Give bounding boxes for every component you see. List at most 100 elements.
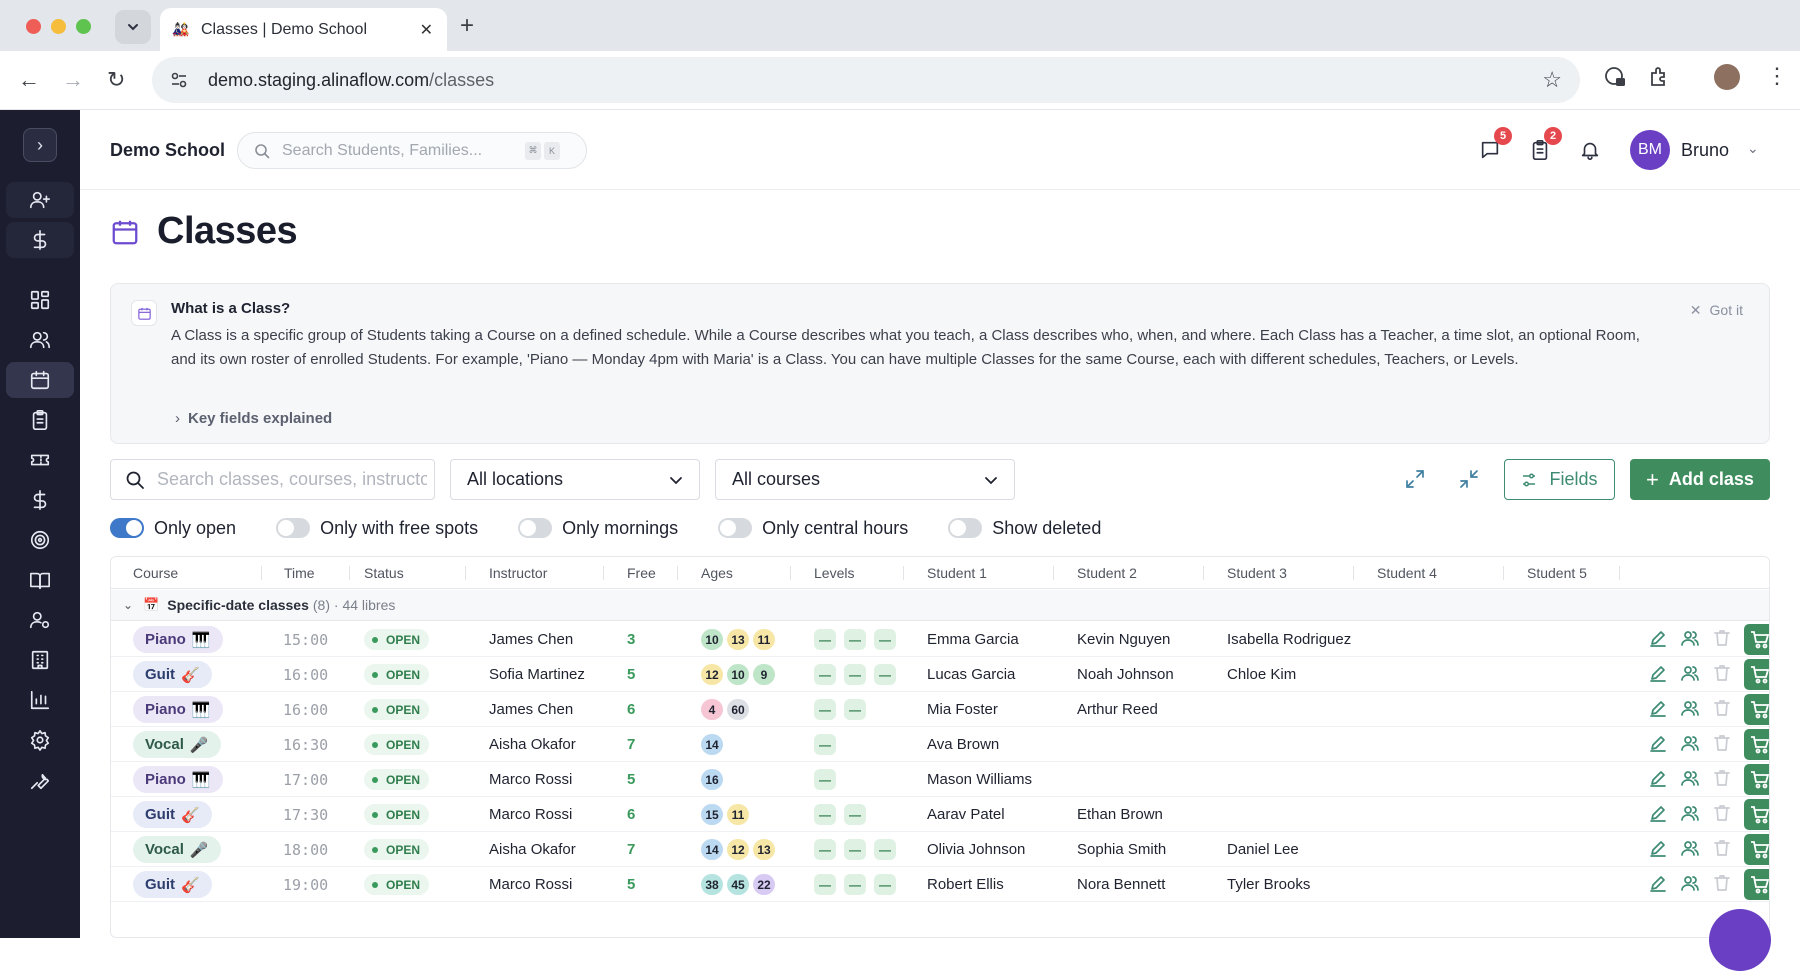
sidebar-item-dashboard[interactable] [6, 282, 74, 318]
sidebar-item-reports[interactable] [6, 682, 74, 718]
global-search-input[interactable] [282, 141, 522, 160]
column-header-student-1[interactable]: Student 1 [927, 565, 987, 581]
course-pill[interactable]: Piano 🎹 [133, 626, 223, 653]
table-row[interactable]: Guit 🎸 17:30 OPEN Marco Rossi 6 15 11— — Aarav Pa… [111, 797, 1769, 832]
column-divider[interactable] [790, 566, 791, 580]
global-search[interactable]: ⌘ K [237, 132, 587, 169]
reload-icon[interactable]: ↻ [107, 68, 125, 92]
student-name[interactable]: Arthur Reed [1077, 701, 1158, 718]
sidebar-item-goals[interactable] [6, 522, 74, 558]
column-header-status[interactable]: Status [364, 565, 404, 581]
students-icon[interactable] [1680, 733, 1700, 753]
student-name[interactable]: Daniel Lee [1227, 841, 1299, 858]
enroll-cart-button[interactable] [1744, 834, 1769, 865]
trash-icon[interactable] [1712, 698, 1732, 718]
column-header-ages[interactable]: Ages [701, 565, 733, 581]
student-name[interactable]: Kevin Nguyen [1077, 631, 1170, 648]
column-header-levels[interactable]: Levels [814, 565, 854, 581]
user-avatar[interactable]: BM [1630, 130, 1670, 170]
back-icon[interactable]: ← [18, 68, 40, 92]
edit-pencil-icon[interactable] [1648, 873, 1668, 893]
only-open-toggle[interactable] [110, 518, 144, 538]
table-row[interactable]: Guit 🎸 16:00 OPEN Sofia Martinez 5 12 10 9 — — — Luc… [111, 657, 1769, 692]
column-header-free[interactable]: Free [627, 565, 656, 581]
enroll-cart-button[interactable] [1744, 624, 1769, 655]
sidebar-item-tools[interactable] [6, 762, 74, 798]
student-name[interactable]: Olivia Johnson [927, 841, 1025, 858]
trash-icon[interactable] [1712, 838, 1732, 858]
collapse-all-icon[interactable] [1458, 468, 1480, 490]
column-divider[interactable] [603, 566, 604, 580]
forward-icon[interactable]: → [62, 68, 84, 92]
enroll-cart-button[interactable] [1744, 764, 1769, 795]
student-name[interactable]: Emma Garcia [927, 631, 1019, 648]
class-search[interactable] [110, 459, 435, 500]
extensions-icon[interactable] [1647, 65, 1671, 89]
maximize-window-button[interactable] [76, 19, 91, 34]
column-header-student-4[interactable]: Student 4 [1377, 565, 1437, 581]
location-select[interactable]: All locations [450, 459, 700, 500]
column-header-time[interactable]: Time [284, 565, 315, 581]
column-divider[interactable] [1619, 566, 1620, 580]
notifications-button[interactable] [1576, 136, 1604, 164]
expand-all-icon[interactable] [1404, 468, 1426, 490]
sidebar-item-attendance[interactable] [6, 402, 74, 438]
edit-pencil-icon[interactable] [1648, 838, 1668, 858]
student-name[interactable]: Lucas Garcia [927, 666, 1015, 683]
enroll-cart-button[interactable] [1744, 659, 1769, 690]
site-settings-icon[interactable] [170, 71, 188, 89]
sidebar-item-students[interactable] [6, 322, 74, 358]
class-search-input[interactable] [157, 469, 427, 490]
course-pill[interactable]: Piano 🎹 [133, 766, 223, 793]
column-divider[interactable] [903, 566, 904, 580]
sidebar-item-locations[interactable] [6, 642, 74, 678]
student-name[interactable]: Robert Ellis [927, 876, 1004, 893]
browser-tab-active[interactable]: 🎎 Classes | Demo School ✕ [160, 8, 447, 51]
column-header-student-5[interactable]: Student 5 [1527, 565, 1587, 581]
column-divider[interactable] [261, 566, 262, 580]
user-name[interactable]: Bruno [1681, 140, 1729, 161]
column-divider[interactable] [677, 566, 678, 580]
trash-icon[interactable] [1712, 803, 1732, 823]
show-deleted-toggle[interactable] [948, 518, 983, 538]
table-row[interactable]: Piano 🎹 15:00 OPEN James Chen 3 10 13 11 — — — Emma … [111, 622, 1769, 657]
sidebar-item-billing[interactable] [6, 482, 74, 518]
course-select[interactable]: All courses [715, 459, 1015, 500]
close-window-button[interactable] [26, 19, 41, 34]
trash-icon[interactable] [1712, 663, 1732, 683]
students-icon[interactable] [1680, 663, 1700, 683]
student-name[interactable]: Aarav Patel [927, 806, 1005, 823]
key-fields-toggle[interactable]: › Key fields explained [175, 410, 332, 427]
edit-pencil-icon[interactable] [1648, 803, 1668, 823]
table-row[interactable]: Guit 🎸 19:00 OPEN Marco Rossi 5 38 45 22 — — — Rober… [111, 867, 1769, 902]
tasks-button[interactable]: 2 [1526, 127, 1562, 164]
trash-icon[interactable] [1712, 628, 1732, 648]
mornings-toggle[interactable] [518, 518, 553, 538]
chevron-down-icon[interactable]: ⌄ [1747, 140, 1759, 157]
column-header-student-3[interactable]: Student 3 [1227, 565, 1287, 581]
trash-icon[interactable] [1712, 768, 1732, 788]
edit-pencil-icon[interactable] [1648, 628, 1668, 648]
students-icon[interactable] [1680, 803, 1700, 823]
student-name[interactable]: Sophia Smith [1077, 841, 1166, 858]
students-icon[interactable] [1680, 628, 1700, 648]
enroll-cart-button[interactable] [1744, 729, 1769, 760]
edit-pencil-icon[interactable] [1648, 768, 1668, 788]
column-divider[interactable] [1203, 566, 1204, 580]
add-class-button[interactable]: + Add class [1630, 459, 1770, 500]
sidebar-expand-button[interactable]: › [23, 128, 57, 162]
sidebar-item-add-student[interactable] [6, 182, 74, 218]
course-pill[interactable]: Piano 🎹 [133, 696, 223, 723]
course-pill[interactable]: Guit 🎸 [133, 661, 212, 688]
column-divider[interactable] [1053, 566, 1054, 580]
student-name[interactable]: Tyler Brooks [1227, 876, 1310, 893]
minimize-window-button[interactable] [51, 19, 66, 34]
column-divider[interactable] [349, 566, 350, 580]
sidebar-item-classes[interactable] [6, 362, 74, 398]
trash-icon[interactable] [1712, 873, 1732, 893]
table-row[interactable]: Piano 🎹 16:00 OPEN James Chen 6 4 60— — Mia Foste… [111, 692, 1769, 727]
course-pill[interactable]: Vocal 🎤 [133, 836, 221, 863]
enroll-cart-button[interactable] [1744, 799, 1769, 830]
bookmark-star-icon[interactable]: ☆ [1542, 67, 1562, 93]
course-pill[interactable]: Guit 🎸 [133, 871, 212, 898]
